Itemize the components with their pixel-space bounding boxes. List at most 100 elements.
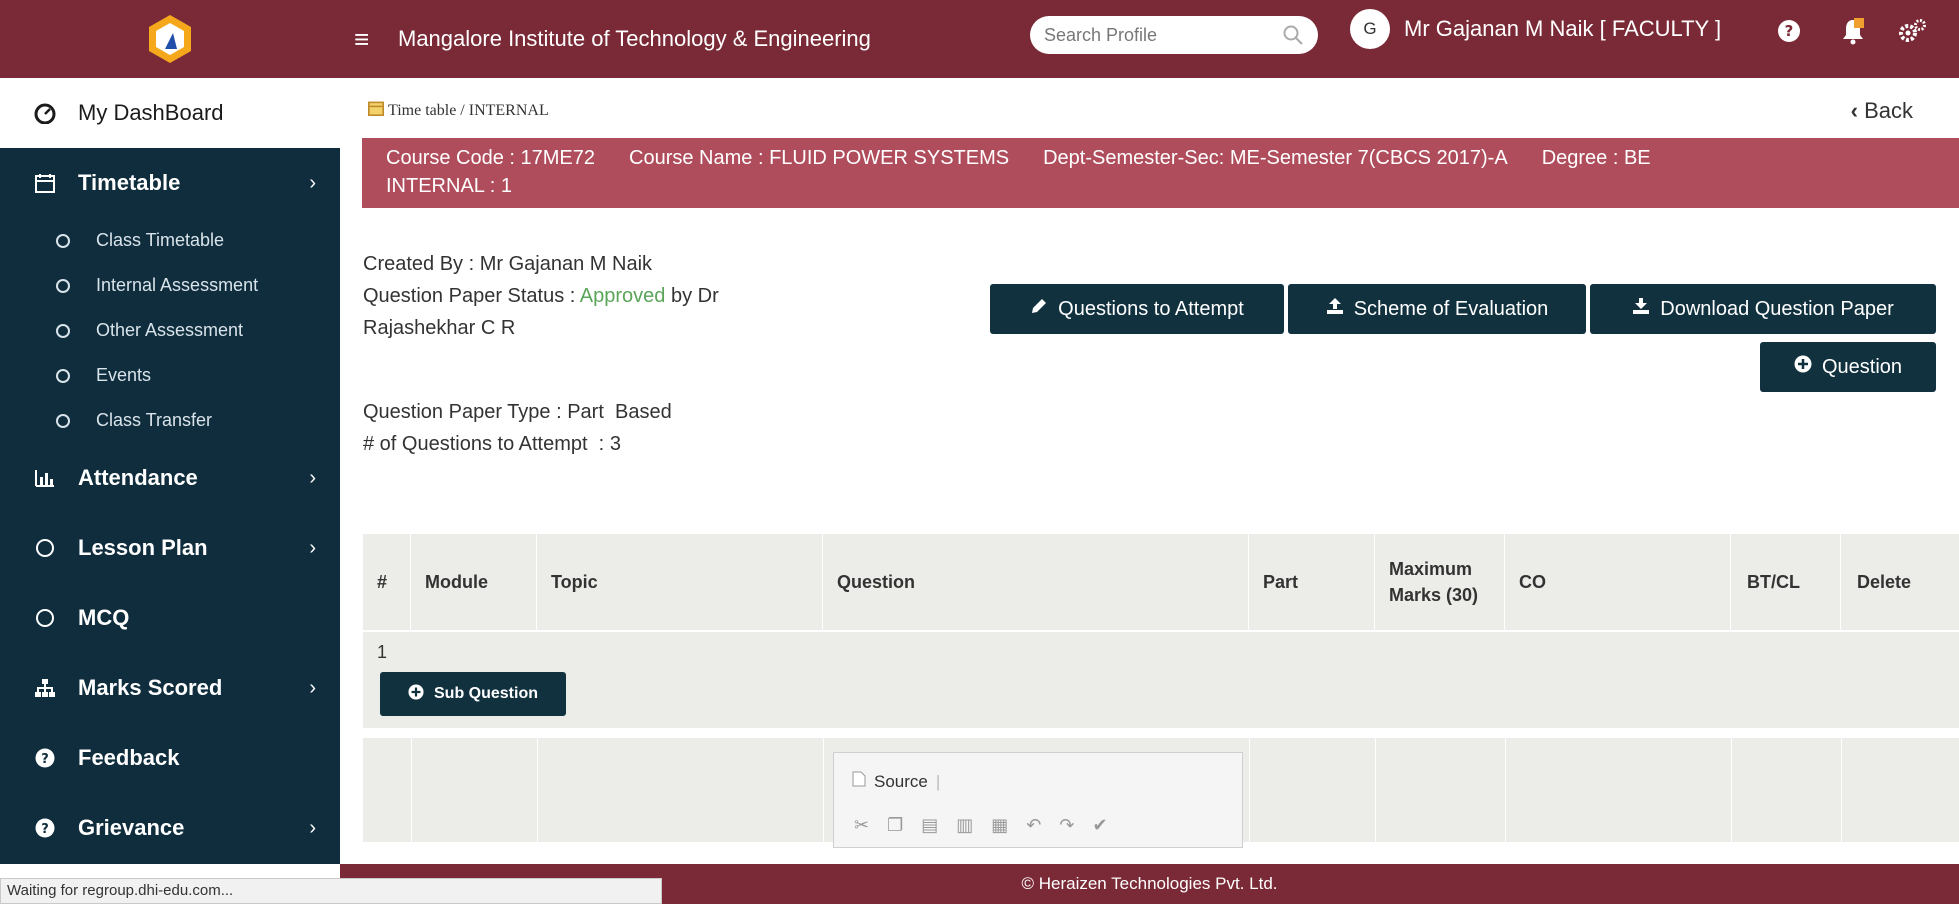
sidebar-subitem-other-assessment[interactable]: Other Assessment (0, 308, 340, 353)
paper-meta: Created By : Mr Gajanan M Naik Question … (363, 248, 719, 344)
col-header-delete: Delete (1857, 571, 1912, 592)
back-button[interactable]: ‹ Back (1851, 98, 1913, 124)
approved-by-value: Rajashekhar C R (363, 317, 516, 339)
sidebar-item-label: My DashBoard (78, 100, 224, 125)
paste-word-icon[interactable]: ▦ (991, 815, 1008, 836)
col-header-part: Part (1249, 534, 1375, 630)
button-label: Sub Question (434, 685, 538, 702)
sidebar-item-attendance[interactable]: Attendance › (0, 443, 340, 513)
search-icon[interactable] (1282, 24, 1304, 46)
search-input[interactable] (1044, 24, 1282, 46)
institute-logo-icon (149, 15, 191, 63)
chevron-right-icon: › (309, 677, 316, 699)
logo[interactable] (0, 0, 340, 78)
calendar-icon (368, 100, 384, 121)
editor-toolbar: ✂ ❐ ▤ ▥ ▦ ↶ ↷ ✔ (854, 815, 1108, 836)
sidebar-item-mcq[interactable]: MCQ (0, 583, 340, 653)
sidebar-item-label: Attendance (78, 465, 198, 490)
col-header-num: # (363, 534, 411, 630)
help-icon[interactable]: ? (1774, 16, 1804, 46)
column-divider (1731, 738, 1732, 842)
top-bar: ≡ Mangalore Institute of Technology & En… (0, 0, 1959, 78)
col-header-co: CO (1505, 534, 1731, 630)
col-header-max-marks-line2: Marks (30) (1389, 585, 1479, 605)
copy-icon[interactable]: ❐ (887, 815, 903, 836)
user-name[interactable]: Mr Gajanan M Naik [ FACULTY ] (1404, 14, 1721, 44)
settings-gear-icon[interactable] (1898, 16, 1928, 46)
course-code: Course Code : 17ME72 (386, 147, 596, 169)
breadcrumb-separator: / (460, 101, 465, 119)
chevron-right-icon: › (309, 817, 316, 839)
svg-text:?: ? (41, 822, 49, 837)
sidebar-subitem-internal-assessment[interactable]: Internal Assessment (0, 263, 340, 308)
scheme-of-evaluation-button[interactable]: Scheme of Evaluation (1288, 284, 1586, 334)
chevron-left-icon: ‹ (1850, 98, 1858, 123)
table-row: Source | ✂ ❐ ▤ ▥ ▦ ↶ ↷ ✔ (363, 738, 1959, 848)
col-header-max-marks: Maximum Marks (30) (1375, 534, 1505, 630)
column-divider (1249, 738, 1250, 842)
sidebar-item-label: Timetable (78, 170, 181, 195)
sidebar-item-dashboard[interactable]: My DashBoard (0, 78, 340, 148)
question-rich-text-editor[interactable]: Source | ✂ ❐ ▤ ▥ ▦ ↶ ↷ ✔ (833, 752, 1243, 848)
sidebar-subitem-class-transfer[interactable]: Class Transfer (0, 398, 340, 443)
sidebar-item-lesson-plan[interactable]: Lesson Plan › (0, 513, 340, 583)
browser-status-bar: Waiting for regroup.dhi-edu.com... (0, 878, 662, 904)
button-label: Questions to Attempt (1058, 297, 1244, 320)
redo-icon[interactable]: ↷ (1059, 815, 1074, 836)
sidebar-subitem-label: Class Timetable (96, 230, 225, 250)
sidebar-item-grievance[interactable]: ? Grievance › (0, 793, 340, 863)
sidebar-item-feedback[interactable]: ? Feedback (0, 723, 340, 793)
sidebar-subitem-class-timetable[interactable]: Class Timetable (0, 218, 340, 263)
sidebar-item-timetable[interactable]: Timetable › (0, 148, 340, 218)
circle-icon (34, 609, 56, 627)
add-question-button[interactable]: Question (1760, 342, 1936, 392)
plus-circle-icon (1794, 355, 1812, 379)
spellcheck-icon[interactable]: ✔ (1092, 815, 1107, 836)
sidebar: My DashBoard Timetable › Class Timetable… (0, 78, 340, 864)
avatar[interactable]: G (1350, 9, 1390, 49)
search-box[interactable] (1030, 16, 1318, 54)
internal-number: INTERNAL : 1 (386, 175, 512, 197)
course-name: Course Name : FLUID POWER SYSTEMS (629, 147, 1010, 169)
questions-table: # Module Topic Question Part Maximum Mar… (363, 534, 1959, 848)
column-divider (1375, 738, 1376, 842)
paper-type-label: Question Paper Type : (363, 401, 562, 423)
toolbar-separator: | (935, 771, 941, 791)
sidebar-item-label: Lesson Plan (78, 535, 208, 560)
questions-to-attempt-button[interactable]: Questions to Attempt (990, 284, 1284, 334)
col-header-bt: BT/CL (1731, 534, 1841, 630)
add-sub-question-button[interactable]: Sub Question (380, 672, 566, 716)
undo-icon[interactable]: ↶ (1026, 815, 1041, 836)
pencil-icon (1030, 297, 1048, 321)
paste-icon[interactable]: ▤ (921, 815, 938, 836)
button-label: Question (1821, 355, 1903, 378)
source-button[interactable]: Source | (852, 771, 940, 792)
cut-icon[interactable]: ✂ (854, 815, 869, 836)
source-label: Source (874, 771, 928, 791)
circle-icon (56, 413, 70, 428)
table-row: 1 Sub Question (363, 632, 1959, 728)
column-divider (1505, 738, 1506, 842)
download-question-paper-button[interactable]: Download Question Paper (1590, 284, 1936, 334)
plus-circle-icon (408, 683, 424, 705)
col-header-part-label: Part (1263, 571, 1299, 592)
created-by-label: Created By : (363, 253, 475, 275)
breadcrumb-section[interactable]: Time table (388, 102, 456, 120)
circle-icon (56, 278, 70, 293)
row-divider (363, 728, 1959, 738)
created-by-value: Mr Gajanan M Naik (479, 253, 653, 275)
svg-text:?: ? (41, 752, 49, 767)
chevron-right-icon: › (309, 537, 316, 559)
notification-bell-icon[interactable] (1838, 16, 1868, 46)
col-header-topic: Topic (537, 534, 823, 630)
hamburger-menu-icon[interactable]: ≡ (354, 24, 378, 54)
sidebar-item-marks-scored[interactable]: Marks Scored › (0, 653, 340, 723)
circle-icon (56, 233, 70, 248)
download-icon (1632, 297, 1650, 321)
table-header: # Module Topic Question Part Maximum Mar… (363, 534, 1959, 630)
attempt-label: # of Questions to Attempt : (363, 433, 605, 455)
course-info-band: Course Code : 17ME72 Course Name : FLUID … (362, 138, 1959, 208)
paste-text-icon[interactable]: ▥ (956, 815, 973, 836)
bar-chart-icon (34, 469, 56, 487)
sidebar-subitem-events[interactable]: Events (0, 353, 340, 398)
